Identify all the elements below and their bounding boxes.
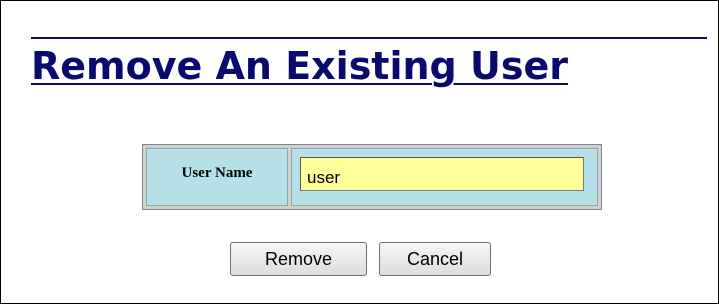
- username-label-cell: User Name: [146, 148, 288, 206]
- username-input[interactable]: [300, 157, 584, 191]
- page-frame: Remove An Existing User User Name Remove…: [0, 0, 719, 304]
- page-title: Remove An Existing User: [31, 44, 568, 88]
- username-input-cell: [291, 148, 598, 206]
- remove-button[interactable]: Remove: [230, 242, 367, 276]
- title-section: Remove An Existing User: [31, 37, 707, 89]
- cancel-button[interactable]: Cancel: [379, 242, 491, 276]
- username-label: User Name: [181, 164, 253, 181]
- remove-user-form: User Name: [142, 144, 602, 210]
